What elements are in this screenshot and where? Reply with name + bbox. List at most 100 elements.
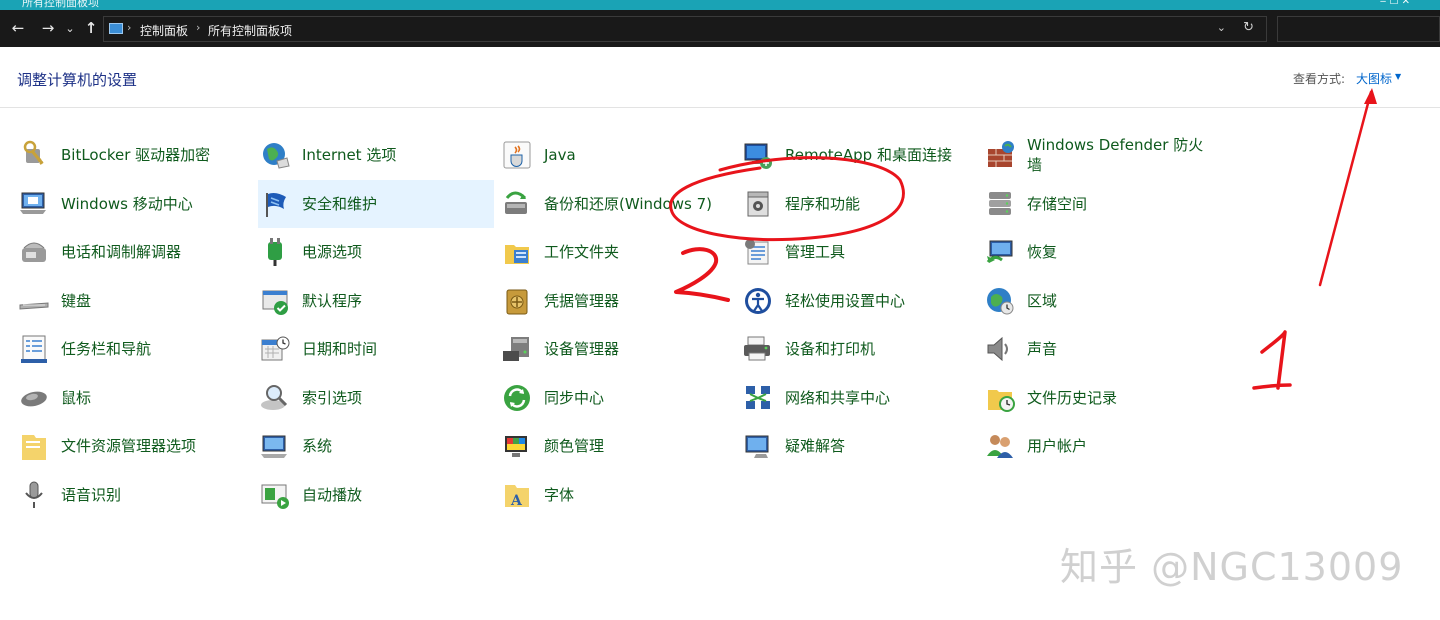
control-panel-item[interactable]: 颜色管理 [500,422,736,470]
control-panel-item-label: Internet 选项 [302,146,397,164]
region-globe-icon [984,285,1016,317]
user-accounts-icon [984,430,1016,462]
control-panel-item[interactable]: 程序和功能 [741,180,977,228]
mobility-center-icon [18,188,50,220]
control-panel-item[interactable]: 网络和共享中心 [741,374,977,422]
control-panel-item[interactable]: 电话和调制解调器 [17,228,253,276]
control-panel-item-label: 备份和还原(Windows 7) [544,195,712,213]
control-panel-item[interactable]: 索引选项 [258,374,494,422]
control-panel-item[interactable]: 管理工具 [741,228,977,276]
control-panel-item-label: 同步中心 [544,389,605,407]
control-panel-item[interactable]: 设备和打印机 [741,325,977,373]
control-panel-item[interactable]: 同步中心 [500,374,736,422]
chevron-right-icon[interactable]: › [127,21,131,34]
control-panel-item[interactable]: 备份和还原(Windows 7) [500,180,736,228]
control-panel-item-label: BitLocker 驱动器加密 [61,146,211,164]
address-bar-row: ← → ⌄ ↑ › 控制面板 › 所有控制面板项 ⌄ ↻ [0,10,1440,47]
view-by-label: 查看方式: [1293,72,1346,86]
control-panel-item-label: 恢复 [1027,243,1058,261]
control-panel-item-label: Windows 移动中心 [61,195,193,213]
remote-desktop-icon [742,139,774,171]
control-panel-item-label: 电话和调制解调器 [61,243,182,261]
recent-locations-button[interactable]: ⌄ [63,10,77,47]
address-box[interactable]: › 控制面板 › 所有控制面板项 ⌄ ↻ [103,16,1267,42]
control-panel-item[interactable]: 凭据管理器 [500,277,736,325]
index-magnifier-icon [259,382,291,414]
globe-icon [259,139,291,171]
control-panel-item[interactable]: Internet 选项 [258,131,494,179]
control-panel-item-label: 索引选项 [302,389,363,407]
address-dropdown-icon[interactable]: ⌄ [1217,21,1226,34]
refresh-icon[interactable]: ↻ [1243,20,1254,35]
control-panel-item[interactable]: 声音 [983,325,1219,373]
control-panel-item-label: 安全和维护 [302,195,378,213]
work-folder-icon [501,236,533,268]
control-panel-item[interactable]: 文件资源管理器选项 [17,422,253,470]
network-icon [742,382,774,414]
control-panel-item-label: 轻松使用设置中心 [785,292,906,310]
troubleshoot-icon [742,430,774,462]
control-panel-item[interactable]: Windows 移动中心 [17,180,253,228]
phone-modem-icon [18,236,50,268]
programs-box-icon [742,188,774,220]
control-panel-item[interactable]: 设备管理器 [500,325,736,373]
window-title: 所有控制面板项 [22,0,99,9]
breadcrumb-all-items[interactable]: 所有控制面板项 [208,22,292,39]
control-panel-item[interactable]: 恢复 [983,228,1219,276]
control-panel-item-label: 日期和时间 [302,340,378,358]
control-panel-item-label: Windows Defender 防火墙 [1027,136,1204,174]
forward-button[interactable]: → [38,10,58,47]
svg-text:A: A [510,493,523,509]
window-controls[interactable]: ‒ ☐ ✕ [1380,0,1410,7]
control-panel-item[interactable]: 轻松使用设置中心 [741,277,977,325]
control-panel-item[interactable]: 文件历史记录 [983,374,1219,422]
control-panel-item[interactable]: 任务栏和导航 [17,325,253,373]
backup-icon [501,188,533,220]
control-panel-item[interactable]: 语音识别 [17,471,253,519]
printer-icon [742,333,774,365]
control-panel-item-label: 系统 [302,437,333,455]
control-panel-item[interactable]: BitLocker 驱动器加密 [17,131,253,179]
sync-center-icon [501,382,533,414]
control-panel-item[interactable]: 疑难解答 [741,422,977,470]
file-history-icon [984,382,1016,414]
control-panel-item[interactable]: 工作文件夹 [500,228,736,276]
control-panel-item-label: 疑难解答 [785,437,846,455]
control-panel-item[interactable]: 日期和时间 [258,325,494,373]
control-panel-item[interactable]: 键盘 [17,277,253,325]
back-button[interactable]: ← [8,10,28,47]
control-panel-item-label: 程序和功能 [785,195,861,213]
control-panel-item[interactable]: 默认程序 [258,277,494,325]
control-panel-item-label: 工作文件夹 [544,243,620,261]
folder-options-icon [18,430,50,462]
microphone-icon [18,479,50,511]
control-panel-item[interactable]: RemoteApp 和桌面连接 [741,131,977,179]
power-plug-icon [259,236,291,268]
control-panel-item[interactable]: 区域 [983,277,1219,325]
fonts-icon: A [501,479,533,511]
control-panel-item-label: 默认程序 [302,292,363,310]
up-button[interactable]: ↑ [82,10,100,47]
control-panel-item[interactable]: Windows Defender 防火墙 [983,131,1219,179]
search-input[interactable] [1277,16,1440,42]
control-panel-item[interactable]: 用户帐户 [983,422,1219,470]
keyboard-icon [18,285,50,317]
breadcrumb-control-panel[interactable]: 控制面板 [140,22,188,39]
control-panel-item[interactable]: A 字体 [500,471,736,519]
control-panel-item[interactable]: 鼠标 [17,374,253,422]
view-by-dropdown[interactable]: 大图标 [1356,70,1392,87]
window-titlebar: 所有控制面板项 ‒ ☐ ✕ [0,0,1440,10]
control-panel-item[interactable]: Java [500,131,736,179]
system-monitor-icon [259,430,291,462]
control-panel-item-label: Java [544,146,576,164]
control-panel-item[interactable]: 存储空间 [983,180,1219,228]
control-panel-item[interactable]: 自动播放 [258,471,494,519]
watermark: 知乎 @NGC13009 [1060,545,1404,589]
caret-down-icon[interactable]: ▼ [1395,72,1401,81]
control-panel-item[interactable]: 电源选项 [258,228,494,276]
default-programs-icon [259,285,291,317]
control-panel-item[interactable]: 安全和维护 [258,180,494,228]
device-manager-icon [501,333,533,365]
chevron-right-icon[interactable]: › [196,21,200,34]
control-panel-item[interactable]: 系统 [258,422,494,470]
